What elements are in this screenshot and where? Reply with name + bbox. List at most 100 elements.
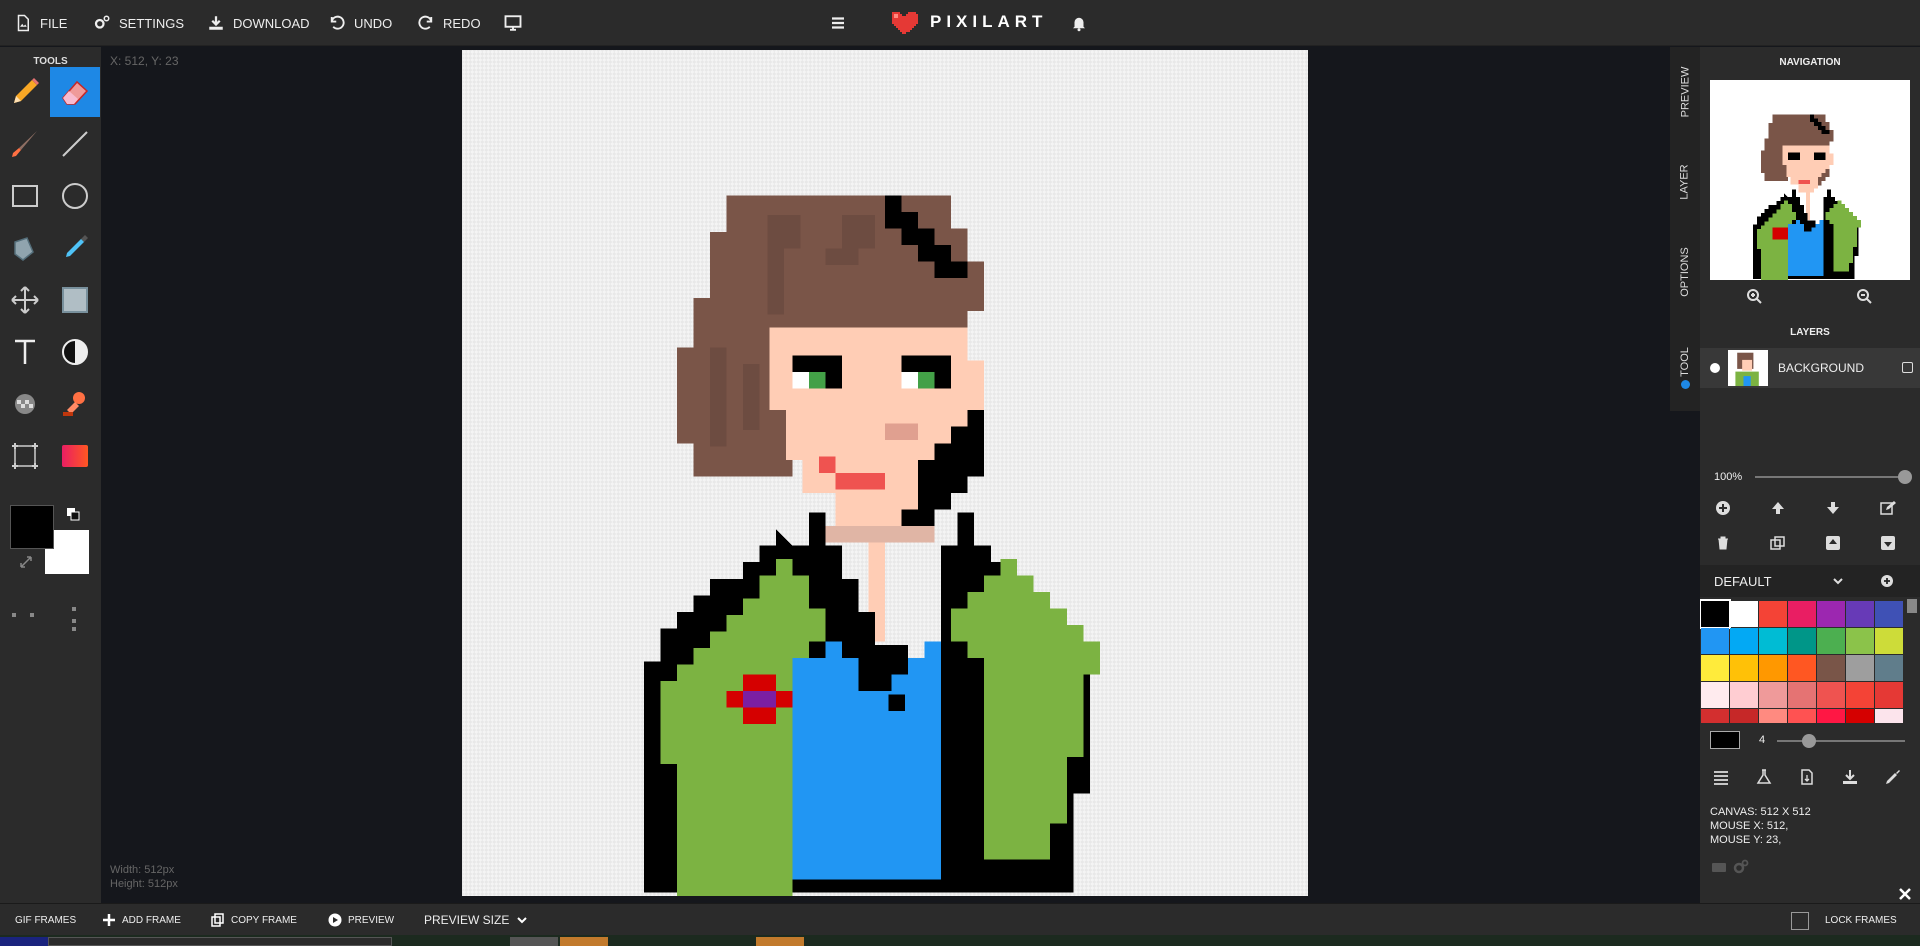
hamburger-menu-button[interactable] <box>829 0 847 46</box>
palette-swatch[interactable] <box>1846 655 1874 681</box>
lock-frames-toggle[interactable]: LOCK FRAMES <box>1825 904 1897 936</box>
merge-up-button[interactable] <box>1822 532 1844 554</box>
gradient-tool[interactable] <box>50 431 100 481</box>
rectangle-tool[interactable] <box>0 171 50 221</box>
download-button[interactable]: DOWNLOAD <box>207 0 310 46</box>
palette-swatch[interactable] <box>1875 628 1903 654</box>
duplicate-layer-button[interactable] <box>1767 532 1789 554</box>
palette-swatch[interactable] <box>1759 601 1787 627</box>
keyboard-shortcuts-button[interactable] <box>1708 856 1730 878</box>
preview-size-dropdown[interactable]: PREVIEW SIZE <box>424 904 529 936</box>
pixilart-logo[interactable]: PIXILART <box>890 10 1047 34</box>
dither-tool[interactable] <box>0 379 50 429</box>
opacity-slider-thumb[interactable] <box>1898 470 1912 484</box>
move-layer-down-button[interactable] <box>1822 497 1844 519</box>
brush-tool[interactable] <box>0 119 50 169</box>
palette-swatch[interactable] <box>1817 709 1845 723</box>
palette-swatch[interactable] <box>1759 709 1787 723</box>
lock-frames-checkbox[interactable] <box>1791 912 1809 930</box>
add-frame-button[interactable]: ADD FRAME <box>102 904 181 936</box>
palette-swatch[interactable] <box>1846 682 1874 708</box>
palette-swatch[interactable] <box>1846 601 1874 627</box>
delete-layer-button[interactable] <box>1712 532 1734 554</box>
drag-handle-icon[interactable] <box>10 607 80 635</box>
palette-import-button[interactable] <box>1796 766 1818 788</box>
zoom-out-button[interactable] <box>1853 285 1875 307</box>
select-tool[interactable] <box>50 275 100 325</box>
pencil-tool[interactable] <box>0 67 50 117</box>
palette-download-button[interactable] <box>1839 766 1861 788</box>
file-menu-button[interactable]: FILE <box>14 0 67 46</box>
notifications-button[interactable] <box>1070 0 1088 46</box>
color-picker-tool[interactable] <box>50 223 100 273</box>
text-tool[interactable] <box>0 327 50 377</box>
move-tool[interactable] <box>0 275 50 325</box>
palette-swatch[interactable] <box>1730 628 1758 654</box>
display-button[interactable] <box>504 0 522 46</box>
redo-button[interactable]: REDO <box>417 0 481 46</box>
layer-visibility-dot[interactable] <box>1710 363 1720 373</box>
tab-layer[interactable]: LAYER <box>1670 137 1700 227</box>
palette-swatch[interactable] <box>1817 601 1845 627</box>
palette-swatch[interactable] <box>1759 628 1787 654</box>
settings-button[interactable]: SETTINGS <box>93 0 184 46</box>
merge-down-button[interactable] <box>1877 532 1899 554</box>
palette-swatch[interactable] <box>1700 599 1731 629</box>
palette-swatch[interactable] <box>1875 682 1903 708</box>
drawing-canvas[interactable] <box>462 50 1308 896</box>
opacity-slider[interactable] <box>1755 470 1912 484</box>
palette-swatch[interactable] <box>1788 628 1816 654</box>
palette-swatch[interactable] <box>1701 655 1729 681</box>
crop-tool[interactable] <box>0 431 50 481</box>
reset-colors-icon[interactable] <box>19 555 33 569</box>
palette-swatch[interactable] <box>1788 709 1816 723</box>
preview-animation-button[interactable]: PREVIEW <box>328 904 394 936</box>
palette-swatch[interactable] <box>1730 601 1758 627</box>
palette-swatch[interactable] <box>1817 628 1845 654</box>
palette-swatch[interactable] <box>1846 709 1874 723</box>
palette-swatch[interactable] <box>1788 682 1816 708</box>
circle-tool[interactable] <box>50 171 100 221</box>
palette-swatch[interactable] <box>1817 655 1845 681</box>
palette-swatch[interactable] <box>1875 655 1903 681</box>
edit-layer-button[interactable] <box>1877 497 1899 519</box>
layer-select-checkbox[interactable] <box>1902 362 1913 373</box>
palette-swatch[interactable] <box>1701 628 1729 654</box>
add-layer-button[interactable] <box>1712 497 1734 519</box>
close-panel-button[interactable] <box>1894 883 1916 905</box>
palette-swatch[interactable] <box>1701 682 1729 708</box>
palette-swatch[interactable] <box>1730 709 1758 723</box>
undo-button[interactable]: UNDO <box>328 0 392 46</box>
brush-size-slider[interactable] <box>1777 734 1905 748</box>
palette-swatch[interactable] <box>1701 709 1729 723</box>
zoom-in-button[interactable] <box>1743 285 1765 307</box>
lighten-darken-tool[interactable] <box>50 327 100 377</box>
palette-list-button[interactable] <box>1710 766 1732 788</box>
copy-frame-button[interactable]: COPY FRAME <box>211 904 297 936</box>
navigation-preview[interactable] <box>1710 80 1910 280</box>
palette-swatch[interactable] <box>1875 601 1903 627</box>
palette-scrollbar[interactable] <box>1907 599 1917 613</box>
brush-size-slider-thumb[interactable] <box>1802 734 1816 748</box>
stamp-tool[interactable] <box>50 379 100 429</box>
tab-preview[interactable]: PREVIEW <box>1670 47 1700 137</box>
palette-swatch[interactable] <box>1846 628 1874 654</box>
palette-lab-button[interactable] <box>1753 766 1775 788</box>
fill-bucket-tool[interactable] <box>0 223 50 273</box>
gif-frames-toggle[interactable]: GIF FRAMES <box>15 904 76 936</box>
tab-tool[interactable]: TOOL <box>1670 317 1700 407</box>
primary-color-swatch[interactable] <box>10 505 54 549</box>
palette-eyedropper-button[interactable] <box>1882 766 1904 788</box>
move-layer-up-button[interactable] <box>1767 497 1789 519</box>
palette-swatch[interactable] <box>1759 682 1787 708</box>
palette-selector[interactable]: DEFAULT <box>1700 565 1920 597</box>
eraser-tool[interactable] <box>50 67 100 117</box>
palette-swatch[interactable] <box>1730 655 1758 681</box>
palette-swatch[interactable] <box>1788 601 1816 627</box>
add-palette-icon[interactable] <box>1880 574 1894 588</box>
swap-colors-icon[interactable] <box>66 507 80 521</box>
palette-swatch[interactable] <box>1730 682 1758 708</box>
tab-options[interactable]: OPTIONS <box>1670 227 1700 317</box>
line-tool[interactable] <box>50 119 100 169</box>
palette-swatch[interactable] <box>1817 682 1845 708</box>
